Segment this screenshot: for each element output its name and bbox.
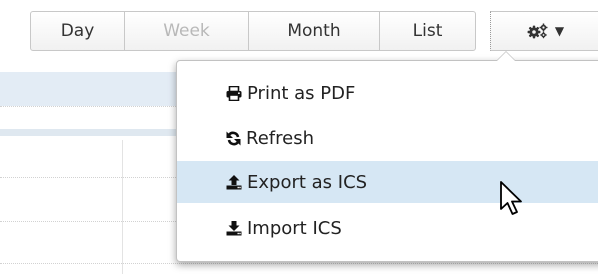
export-as-ics-label: Export as ICS bbox=[247, 171, 368, 193]
print-as-pdf-menu-item[interactable]: Print as PDF bbox=[177, 72, 598, 114]
mouse-pointer-icon bbox=[500, 181, 522, 215]
refresh-menu-item[interactable]: Refresh bbox=[177, 117, 598, 159]
print-icon bbox=[226, 85, 242, 101]
options-dropdown-menu: Print as PDF Refresh Export as ICS Impor… bbox=[176, 51, 598, 262]
week-view-button[interactable]: Week bbox=[124, 11, 249, 51]
menu-pointer-arrow-fill bbox=[497, 52, 515, 61]
calendar-time-column-divider bbox=[122, 140, 123, 274]
import-icon bbox=[226, 220, 242, 235]
print-as-pdf-label: Print as PDF bbox=[247, 82, 356, 104]
refresh-icon bbox=[226, 131, 241, 145]
list-view-button[interactable]: List bbox=[379, 11, 476, 51]
options-menu-button[interactable]: ▼ bbox=[490, 11, 598, 51]
import-ics-menu-item[interactable]: Import ICS bbox=[177, 207, 598, 249]
export-icon bbox=[226, 174, 242, 189]
month-view-button[interactable]: Month bbox=[248, 11, 380, 51]
calendar-grid-line bbox=[0, 263, 598, 264]
refresh-label: Refresh bbox=[246, 127, 314, 149]
export-as-ics-menu-item[interactable]: Export as ICS bbox=[177, 161, 598, 203]
import-ics-label: Import ICS bbox=[247, 217, 342, 239]
gears-icon bbox=[527, 23, 548, 39]
calendar-screen: Day Week Month List ▼ Print as PDF Refre… bbox=[0, 0, 598, 274]
caret-down-icon: ▼ bbox=[554, 24, 565, 38]
day-view-button[interactable]: Day bbox=[30, 11, 125, 51]
